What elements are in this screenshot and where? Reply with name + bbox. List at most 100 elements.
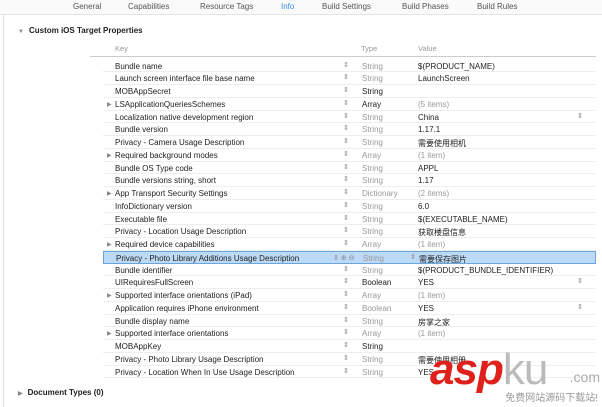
- key-stepper-icon[interactable]: ⇕: [343, 61, 349, 69]
- row-type[interactable]: Boolean: [362, 278, 391, 287]
- key-stepper-icon[interactable]: ⇕: [343, 367, 349, 375]
- row-value[interactable]: 房掌之家: [418, 317, 450, 328]
- table-row[interactable]: Application requires iPhone environment ⇕…: [103, 302, 596, 315]
- tab-general[interactable]: General: [73, 2, 101, 11]
- tab-resource-tags[interactable]: Resource Tags: [200, 2, 253, 11]
- key-stepper-icon[interactable]: ⇕: [343, 124, 349, 132]
- disclosure-right-icon[interactable]: ▶: [107, 152, 112, 159]
- key-stepper-icon[interactable]: ⇕: [343, 303, 349, 311]
- key-stepper-icon[interactable]: ⇕: [343, 239, 349, 247]
- row-type[interactable]: Array: [362, 240, 381, 249]
- row-type[interactable]: String: [362, 266, 383, 275]
- row-value[interactable]: 1.17.1: [418, 125, 440, 134]
- row-type[interactable]: String: [362, 227, 383, 236]
- disclosure-right-icon[interactable]: ▶: [107, 241, 112, 248]
- row-key[interactable]: Privacy - Location When In Use Usage Des…: [115, 368, 295, 377]
- column-header-value[interactable]: Value: [418, 44, 437, 53]
- table-row[interactable]: ▶ Required background modes ⇕ Array (1 item): [103, 149, 596, 162]
- table-row[interactable]: ▶ Supported interface orientations ⇕ Array (…: [103, 327, 596, 340]
- row-key[interactable]: Localization native development region: [115, 113, 253, 122]
- row-value[interactable]: (1 item): [418, 329, 445, 338]
- row-value[interactable]: $(EXECUTABLE_NAME): [418, 215, 508, 224]
- key-stepper-icon[interactable]: ⇕: [343, 163, 349, 171]
- row-value[interactable]: YES: [418, 304, 434, 313]
- row-type[interactable]: String: [362, 215, 383, 224]
- row-value[interactable]: $(PRODUCT_NAME): [418, 62, 495, 71]
- section-document-types[interactable]: ▶ Document Types (0): [18, 388, 104, 397]
- row-type[interactable]: Array: [362, 329, 381, 338]
- row-key[interactable]: Executable file: [115, 215, 167, 224]
- key-stepper-icon[interactable]: ⇕: [343, 226, 349, 234]
- value-stepper-icon[interactable]: ⇕: [410, 253, 416, 261]
- tab-capabilities[interactable]: Capabilities: [128, 2, 169, 11]
- row-value[interactable]: $(PRODUCT_BUNDLE_IDENTIFIER): [418, 266, 553, 275]
- table-row[interactable]: ▶ App Transport Security Settings ⇕ Diction…: [103, 187, 596, 200]
- disclosure-right-icon[interactable]: ▶: [18, 390, 23, 397]
- row-key[interactable]: Bundle display name: [115, 317, 189, 326]
- row-key[interactable]: MOBAppKey: [115, 342, 161, 351]
- row-key[interactable]: Privacy - Photo Library Usage Descriptio…: [115, 355, 264, 364]
- row-value[interactable]: (2 items): [418, 189, 449, 198]
- disclosure-right-icon[interactable]: ▶: [107, 330, 112, 337]
- row-type[interactable]: String: [362, 74, 383, 83]
- row-type[interactable]: String: [363, 254, 384, 263]
- table-row[interactable]: Localization native development region ⇕ S…: [103, 111, 596, 124]
- row-type[interactable]: String: [362, 113, 383, 122]
- row-key[interactable]: Launch screen interface file base name: [115, 74, 255, 83]
- key-stepper-icon[interactable]: ⇕: [343, 341, 349, 349]
- row-key[interactable]: Bundle identifier: [115, 266, 172, 275]
- key-stepper-icon[interactable]: ⇕: [343, 316, 349, 324]
- row-value[interactable]: APPL: [418, 164, 438, 173]
- disclosure-down-icon[interactable]: ▼: [18, 29, 24, 35]
- row-key[interactable]: Privacy - Photo Library Additions Usage …: [116, 254, 299, 263]
- row-value[interactable]: China: [418, 113, 439, 122]
- row-key[interactable]: Bundle versions string, short: [115, 176, 216, 185]
- key-stepper-icon[interactable]: ⇕: [343, 328, 349, 336]
- row-value[interactable]: 获取楼盘信息: [418, 227, 466, 238]
- key-stepper-icon[interactable]: ⇕: [343, 112, 349, 120]
- row-type[interactable]: String: [362, 317, 383, 326]
- row-key[interactable]: Bundle version: [115, 125, 168, 134]
- row-type[interactable]: String: [362, 87, 383, 96]
- tab-build-settings[interactable]: Build Settings: [322, 2, 371, 11]
- row-key[interactable]: Privacy - Location Usage Description: [115, 227, 246, 236]
- tab-build-rules[interactable]: Build Rules: [477, 2, 517, 11]
- table-row[interactable]: Bundle versions string, short ⇕ String 1.17: [103, 174, 596, 187]
- row-key[interactable]: Application requires iPhone environment: [115, 304, 259, 313]
- column-header-key[interactable]: Key: [115, 44, 128, 53]
- section-custom-ios-target-properties[interactable]: ▼ Custom iOS Target Properties: [18, 26, 143, 35]
- table-row[interactable]: Bundle OS Type code ⇕ String APPL: [103, 162, 596, 175]
- table-row[interactable]: ▶ Supported interface orientations (iPad)…: [103, 289, 596, 302]
- row-key[interactable]: MOBAppSecret: [115, 87, 171, 96]
- key-stepper-icon[interactable]: ⇕: [343, 277, 349, 285]
- table-row[interactable]: Bundle version ⇕ String 1.17.1: [103, 123, 596, 136]
- row-type[interactable]: String: [362, 138, 383, 147]
- key-stepper-icon[interactable]: ⇕: [343, 214, 349, 222]
- disclosure-right-icon[interactable]: ▶: [107, 101, 112, 108]
- table-row[interactable]: Privacy - Camera Usage Description ⇕ Strin…: [103, 136, 596, 149]
- row-key[interactable]: UIRequiresFullScreen: [115, 278, 193, 287]
- row-type[interactable]: Array: [362, 151, 381, 160]
- column-header-type[interactable]: Type: [361, 44, 377, 53]
- row-key[interactable]: LSApplicationQueriesSchemes: [115, 100, 225, 109]
- table-row[interactable]: InfoDictionary version ⇕ String 6.0: [103, 200, 596, 213]
- row-value[interactable]: 1.17: [418, 176, 434, 185]
- row-type[interactable]: String: [362, 202, 383, 211]
- row-value[interactable]: YES: [418, 278, 434, 287]
- key-stepper-icon[interactable]: ⇕: [343, 201, 349, 209]
- key-stepper-icon[interactable]: ⇕: [343, 137, 349, 145]
- row-type[interactable]: Boolean: [362, 304, 391, 313]
- table-row[interactable]: Executable file ⇕ String $(EXECUTABLE_NAME): [103, 213, 596, 226]
- key-stepper-icon[interactable]: ⇕: [343, 265, 349, 273]
- key-stepper-icon[interactable]: ⇕: [343, 86, 349, 94]
- row-type[interactable]: String: [362, 125, 383, 134]
- tab-build-phases[interactable]: Build Phases: [402, 2, 449, 11]
- row-value[interactable]: 需要使用相机: [418, 138, 466, 149]
- row-value[interactable]: LaunchScreen: [418, 74, 470, 83]
- row-key[interactable]: Required background modes: [115, 151, 218, 160]
- table-row[interactable]: UIRequiresFullScreen ⇕ Boolean YES ⇕: [103, 276, 596, 289]
- key-stepper-icon[interactable]: ⇕: [343, 188, 349, 196]
- row-type[interactable]: String: [362, 176, 383, 185]
- row-key[interactable]: Supported interface orientations: [115, 329, 228, 338]
- row-key[interactable]: Required device capabilities: [115, 240, 215, 249]
